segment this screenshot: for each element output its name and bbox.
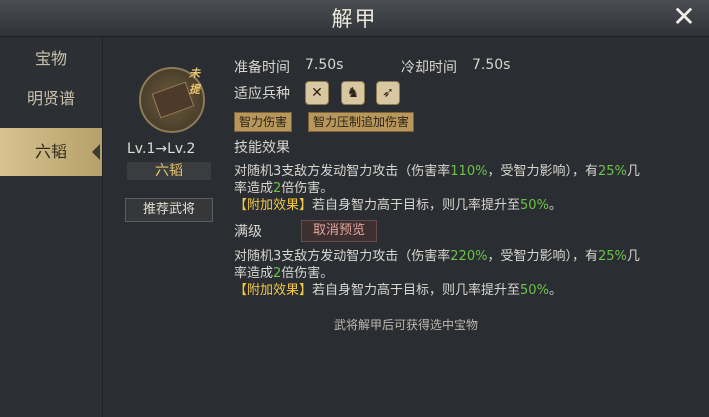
sidebar-item-mingxianpu[interactable]: 明贤谱 (0, 79, 102, 119)
cavalry-icon: ♞ (341, 81, 365, 105)
treasure-item-icon (151, 81, 195, 119)
treasure-avatar[interactable]: 未提 (139, 67, 205, 133)
level-text: Lv.1→Lv.2 (127, 141, 196, 157)
sidebar-item-treasure[interactable]: 宝物 (0, 39, 102, 79)
tag-int-damage: 智力伤害 (234, 112, 293, 132)
sidebar-item-label: 明贤谱 (26, 89, 75, 108)
detail-panel: 未提 Lv.1→Lv.2 六韬 推荐武将 准备时间 7.50s 冷却时间 7.5… (103, 37, 709, 417)
spear-icon: ✕ (305, 81, 329, 105)
cancel-preview-button[interactable]: 取消预览 (301, 220, 377, 242)
sidebar-item-label: 六韬 (34, 142, 67, 161)
active-arrow-icon (92, 144, 100, 160)
cooldown-label: 冷却时间 (401, 60, 457, 76)
cooldown-value: 7.50s (472, 57, 511, 73)
skill-title: 技能效果 (234, 140, 290, 156)
sidebar-item-label: 宝物 (34, 49, 67, 68)
footer-note: 武将解甲后可获得选中宝物 (333, 318, 478, 332)
troops-label: 适应兵种 (234, 86, 290, 102)
recommend-general-button[interactable]: 推荐武将 (125, 198, 213, 222)
prep-value: 7.50s (305, 57, 344, 73)
page-title: 解甲 (331, 7, 378, 31)
status-badge: 未提 (189, 67, 200, 96)
title-bar: 解甲 ✕ (0, 0, 709, 37)
max-title: 满级 (234, 224, 262, 240)
close-icon[interactable]: ✕ (671, 3, 697, 31)
bow-icon: ➶ (376, 81, 400, 105)
prep-label: 准备时间 (234, 60, 290, 76)
clipped-text-row (234, 37, 534, 45)
sidebar: 宝物 明贤谱 六韬 (0, 37, 103, 417)
item-name: 六韬 (127, 162, 211, 180)
sidebar-item-liutao[interactable]: 六韬 (0, 128, 102, 176)
tag-int-suppress: 智力压制追加伤害 (308, 112, 415, 132)
skill-description: 对随机3支敌方发动智力攻击（伤害率110%，受智力影响），有25%几 率造成2倍… (234, 164, 640, 213)
max-description: 对随机3支敌方发动智力攻击（伤害率220%，受智力影响），有25%几 率造成2倍… (234, 249, 640, 298)
